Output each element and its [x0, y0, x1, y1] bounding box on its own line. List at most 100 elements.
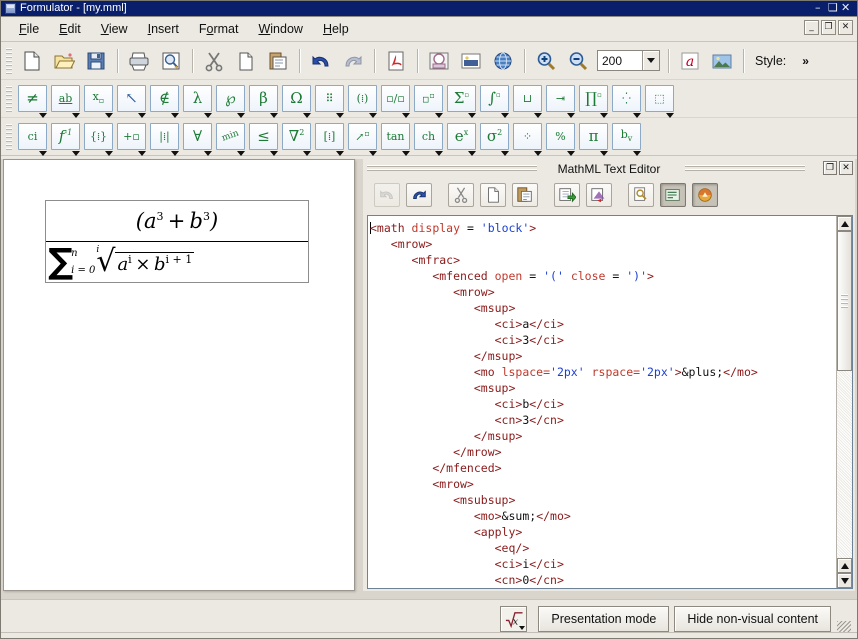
- palette-fraction[interactable]: ▫/▫: [381, 85, 410, 118]
- editor-cut-button[interactable]: [448, 183, 474, 207]
- dock-float-button[interactable]: ❐: [823, 161, 837, 175]
- zoom-dropdown-button[interactable]: [642, 51, 659, 70]
- palette-phantom[interactable]: ⬚: [645, 85, 674, 118]
- palette-subscript[interactable]: x▫: [84, 85, 113, 118]
- scroll-down-button[interactable]: [837, 573, 852, 588]
- paste-button[interactable]: [263, 46, 293, 76]
- palette-forall[interactable]: ∀: [183, 123, 212, 156]
- editor-copy-button[interactable]: [480, 183, 506, 207]
- palette-greek-lambda[interactable]: λ: [183, 85, 212, 118]
- toolbar-grip[interactable]: [6, 123, 12, 150]
- print-preview-button[interactable]: [156, 46, 186, 76]
- palette-layout[interactable]: ⁛: [612, 85, 641, 118]
- zoom-out-button[interactable]: [563, 46, 593, 76]
- editor-wrap-lines-button[interactable]: [660, 183, 686, 207]
- palette-exponential[interactable]: ex: [447, 123, 476, 156]
- palette-nabla[interactable]: ∇2: [282, 123, 311, 156]
- scroll-track[interactable]: [837, 231, 852, 558]
- palette-interval[interactable]: [⁞]: [315, 123, 344, 156]
- menu-item-view[interactable]: View: [91, 19, 138, 39]
- dock-title-bar[interactable]: MathML Text Editor ❐ ✕: [363, 159, 855, 179]
- palette-percent[interactable]: %: [546, 123, 575, 156]
- palette-statistics[interactable]: σ2: [480, 123, 509, 156]
- menu-item-window[interactable]: Window: [248, 19, 312, 39]
- window-minimize-button[interactable]: –: [815, 2, 826, 14]
- palette-set-braces[interactable]: {⁞}: [84, 123, 113, 156]
- open-folder-button[interactable]: [49, 46, 79, 76]
- picture-button[interactable]: [707, 46, 737, 76]
- export-pdf-button[interactable]: [381, 46, 411, 76]
- editor-syntax-highlight-button[interactable]: [692, 183, 718, 207]
- formula-canvas[interactable]: (a3 + b3) ∑ n i = 0 i √ ai × bi + 1: [45, 200, 309, 283]
- palette-set-theory[interactable]: ∉: [150, 85, 179, 118]
- editor-apply-button[interactable]: [554, 183, 580, 207]
- palette-minmax[interactable]: min: [216, 123, 245, 156]
- undo-button[interactable]: [306, 46, 336, 76]
- palette-identifier[interactable]: ab: [51, 85, 80, 118]
- palette-arithmetic[interactable]: +▫: [117, 123, 146, 156]
- palette-determinant[interactable]: |⁞|: [150, 123, 179, 156]
- palette-root[interactable]: ▫▫: [414, 85, 443, 118]
- italic-alpha-button[interactable]: a: [675, 46, 705, 76]
- palette-trigonometry[interactable]: tan: [381, 123, 410, 156]
- palette-sum[interactable]: Σ▫: [447, 85, 476, 118]
- presentation-mode-button[interactable]: Presentation mode: [538, 606, 670, 632]
- palette-integral[interactable]: ∫▫: [480, 85, 509, 118]
- save-button[interactable]: [81, 46, 111, 76]
- export-web-button[interactable]: [488, 46, 518, 76]
- menu-item-help[interactable]: Help: [313, 19, 359, 39]
- math-mode-button[interactable]: x: [500, 606, 528, 632]
- palette-constants[interactable]: π: [579, 123, 608, 156]
- window-close-button[interactable]: ✕: [841, 2, 852, 14]
- zoom-input[interactable]: [598, 51, 642, 70]
- dock-close-button[interactable]: ✕: [839, 161, 853, 175]
- palette-inverse-function[interactable]: f-1: [51, 123, 80, 156]
- scroll-thumb[interactable]: [837, 231, 852, 371]
- new-document-button[interactable]: [17, 46, 47, 76]
- palette-greek-beta[interactable]: β: [249, 85, 278, 118]
- hide-nonvisual-content-button[interactable]: Hide non-visual content: [674, 606, 831, 632]
- toolbar-grip[interactable]: [6, 85, 12, 112]
- palette-underover[interactable]: ⊔: [513, 85, 542, 118]
- palette-greek-omega[interactable]: Ω: [282, 85, 311, 118]
- code-editor[interactable]: <math display = 'block'> <mrow> <mfrac> …: [367, 215, 853, 589]
- export-mathml-button[interactable]: [424, 46, 454, 76]
- export-image-button[interactable]: [456, 46, 486, 76]
- editor-undo-button[interactable]: [374, 183, 400, 207]
- editor-revert-button[interactable]: [586, 183, 612, 207]
- palette-matrix[interactable]: ⠿: [315, 85, 344, 118]
- menu-item-format[interactable]: Format: [189, 19, 249, 39]
- menu-item-file[interactable]: File: [9, 19, 49, 39]
- mdi-restore-button[interactable]: ❐: [821, 20, 836, 35]
- code-text-area[interactable]: <math display = 'block'> <mrow> <mfrac> …: [368, 216, 836, 588]
- print-button[interactable]: [124, 46, 154, 76]
- zoom-combo[interactable]: [597, 50, 660, 71]
- scroll-up-button[interactable]: [837, 216, 852, 231]
- palette-relations[interactable]: ≠: [18, 85, 47, 118]
- copy-button[interactable]: [231, 46, 261, 76]
- editor-paste-button[interactable]: [512, 183, 538, 207]
- menu-item-insert[interactable]: Insert: [138, 19, 189, 39]
- document-pane[interactable]: (a3 + b3) ∑ n i = 0 i √ ai × bi + 1: [3, 159, 355, 591]
- palette-mlabeledtr[interactable]: ⇥: [546, 85, 575, 118]
- redo-button[interactable]: [338, 46, 368, 76]
- mathml-source-text[interactable]: <math display = 'block'> <mrow> <mfrac> …: [370, 220, 836, 588]
- palette-script-letters[interactable]: ℘: [216, 85, 245, 118]
- window-maximize-button[interactable]: ❑: [828, 2, 839, 14]
- mdi-minimize-button[interactable]: _: [804, 20, 819, 35]
- editor-find-button[interactable]: [628, 183, 654, 207]
- palette-table[interactable]: ∏▫: [579, 85, 608, 118]
- cut-button[interactable]: [199, 46, 229, 76]
- scroll-up-button-bottom[interactable]: [837, 558, 852, 573]
- toolbar-grip[interactable]: [6, 47, 12, 74]
- zoom-in-button[interactable]: [531, 46, 561, 76]
- palette-relations2[interactable]: ≤: [249, 123, 278, 156]
- code-vertical-scrollbar[interactable]: [836, 216, 852, 588]
- palette-ci-token[interactable]: ci: [18, 123, 47, 156]
- palette-hyperbolic[interactable]: ch: [414, 123, 443, 156]
- menu-item-edit[interactable]: Edit: [49, 19, 91, 39]
- palette-set-elements[interactable]: ⁘: [513, 123, 542, 156]
- palette-fenced[interactable]: (⁞): [348, 85, 377, 118]
- palette-vector[interactable]: ↗▫: [348, 123, 377, 156]
- mdi-close-button[interactable]: ✕: [838, 20, 853, 35]
